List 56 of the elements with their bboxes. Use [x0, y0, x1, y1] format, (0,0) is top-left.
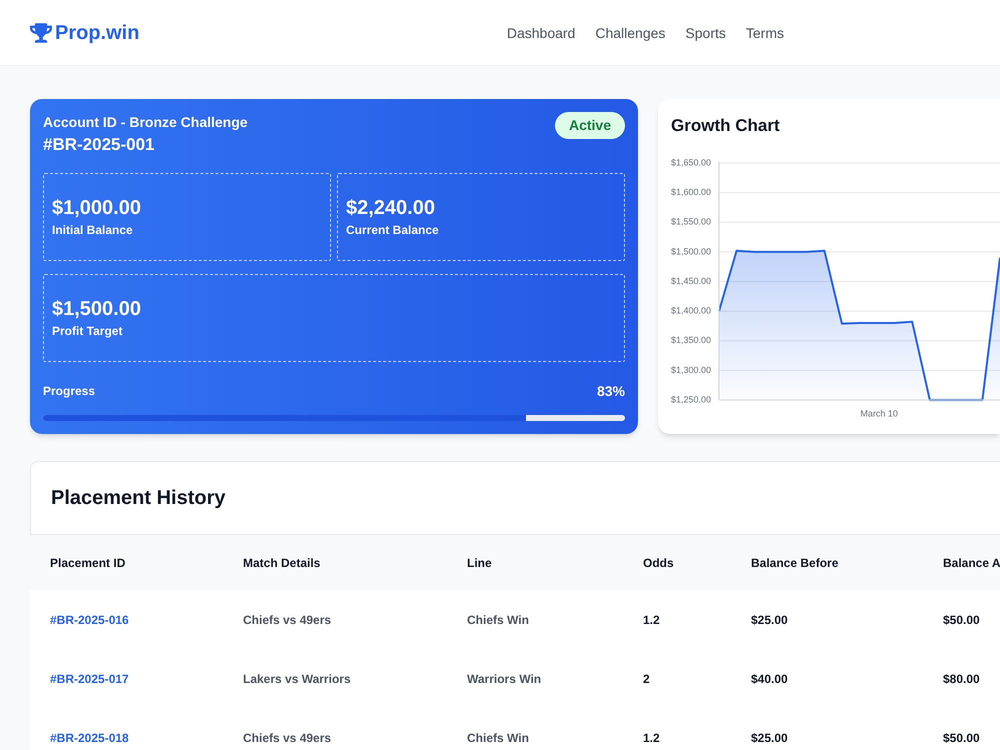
placement-id-link[interactable]: #BR-2025-017	[50, 672, 129, 686]
balance-after-cell: $80.00	[943, 672, 980, 686]
placement-id-link[interactable]: #BR-2025-018	[50, 730, 129, 744]
column-header: Placement ID	[50, 554, 126, 570]
stat-value: $1,000.00	[52, 196, 142, 220]
column-header: Balance Before	[751, 554, 840, 570]
y-axis-tick-label: $1,400.00	[671, 306, 711, 316]
progress-label: Progress	[43, 383, 96, 400]
stat-label: Profit Target	[52, 323, 124, 339]
y-axis-tick-label: $1,350.00	[671, 335, 711, 346]
match-details-cell: Chiefs vs 49ers	[243, 612, 332, 626]
line-cell: Chiefs Win	[467, 730, 529, 744]
balance-after-cell: $50.00	[943, 612, 980, 626]
column-header: Match Details	[243, 554, 322, 570]
odds-cell: 1.2	[643, 730, 660, 744]
balance-after-cell: $50.00	[943, 730, 980, 744]
trophy-icon	[30, 22, 52, 42]
chart-title: Growth Chart	[671, 115, 781, 137]
placement-id-link[interactable]: #BR-2025-016	[50, 612, 129, 626]
y-axis-tick-label: $1,550.00	[671, 216, 711, 227]
section-title: Placement History	[51, 486, 226, 511]
y-axis-tick-label: $1,650.00	[671, 157, 711, 168]
stat-value: $1,500.00	[52, 297, 142, 321]
column-header: Odds	[643, 554, 675, 570]
table-row[interactable]: #BR-2025-016 Chiefs vs 49ers Chiefs Win 1.2 $25.00 $50.00	[30, 590, 1000, 649]
table-row[interactable]: #BR-2025-017 Lakers vs Warriors Warriors Win 2 $40.00 $80.00	[30, 649, 1000, 708]
nav-link[interactable]: Challenges	[595, 22, 666, 42]
odds-cell: 2	[643, 672, 650, 686]
table-row[interactable]: #BR-2025-018 Chiefs vs 49ers Chiefs Win 1.2 $25.00 $50.00	[30, 708, 1000, 750]
y-axis-tick-label: $1,500.00	[671, 246, 711, 256]
line-cell: Chiefs Win	[467, 612, 529, 626]
stat-label: Initial Balance	[52, 222, 134, 238]
progress-percent: 83%	[596, 382, 625, 401]
account-id: #BR-2025-001	[43, 134, 156, 156]
nav-link[interactable]: Terms	[746, 22, 784, 42]
balance-before-cell: $40.00	[751, 672, 788, 686]
match-details-cell: Chiefs vs 49ers	[243, 730, 332, 744]
line-cell: Warriors Win	[467, 672, 542, 686]
y-axis-tick-label: $1,250.00	[671, 394, 711, 404]
y-axis-tick-label: $1,600.00	[671, 187, 711, 197]
match-details-cell: Lakers vs Warriors	[243, 672, 351, 686]
balance-before-cell: $25.00	[751, 612, 788, 626]
account-title: Account ID - Bronze Challenge	[43, 113, 248, 132]
nav-link[interactable]: Sports	[685, 22, 726, 42]
y-axis-tick-label: $1,450.00	[671, 276, 711, 286]
y-axis-tick-label: $1,300.00	[671, 364, 711, 375]
column-header: Line	[467, 554, 493, 570]
column-header: Balance A	[943, 554, 1000, 570]
balance-before-cell: $25.00	[751, 730, 788, 744]
nav-link[interactable]: Dashboard	[506, 22, 576, 42]
x-axis-date-label: March 10	[860, 408, 898, 418]
odds-cell: 1.2	[643, 612, 660, 626]
logo-text[interactable]: Prop.win	[55, 20, 140, 44]
stat-value: $2,240.00	[346, 196, 436, 220]
stat-label: Current Balance	[346, 222, 440, 238]
status-badge: Active	[554, 112, 625, 139]
